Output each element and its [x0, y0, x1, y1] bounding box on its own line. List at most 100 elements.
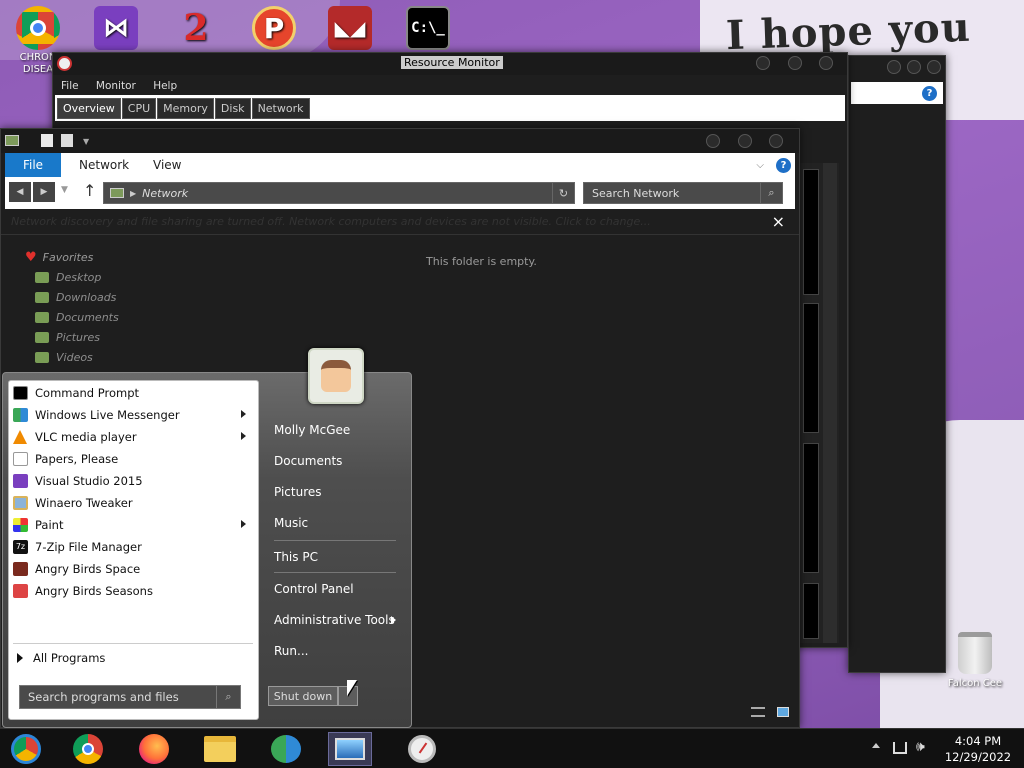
desktop-icon-recycle-bin[interactable]: Falcon Cee	[944, 632, 1006, 689]
info-bar-text[interactable]: Network discovery and file sharing are t…	[11, 215, 651, 228]
program-papers-please[interactable]: Papers, Please	[9, 448, 258, 470]
menu-help[interactable]: Help	[153, 80, 177, 92]
title-bar[interactable]: ▼	[1, 129, 799, 153]
address-bar[interactable]: ▶ Network ↻	[103, 182, 575, 204]
tab-memory[interactable]: Memory	[157, 98, 214, 119]
tab-network[interactable]: Network	[251, 98, 310, 119]
network-icon	[110, 188, 124, 198]
minimize-button[interactable]	[887, 60, 901, 74]
tab-network[interactable]: Network	[79, 158, 135, 172]
nav-documents[interactable]: Documents	[25, 307, 225, 327]
all-programs-button[interactable]: All Programs	[17, 651, 105, 665]
details-view-icon[interactable]	[751, 707, 765, 717]
link-music[interactable]: Music	[268, 507, 402, 538]
close-button[interactable]	[819, 56, 833, 70]
program-angry-birds-seasons[interactable]: Angry Birds Seasons	[9, 580, 258, 602]
nav-label: Videos	[56, 350, 93, 364]
desktop-icon-game[interactable]: ◣◢	[318, 6, 382, 52]
program-angry-birds-space[interactable]: Angry Birds Space	[9, 558, 258, 580]
taskbar-chrome[interactable]	[66, 732, 110, 766]
refresh-icon[interactable]: ↻	[552, 183, 574, 203]
menu-monitor[interactable]: Monitor	[96, 80, 136, 92]
minimize-button[interactable]	[756, 56, 770, 70]
show-hidden-icons-button[interactable]	[872, 743, 880, 748]
breadcrumb-chevron-icon[interactable]: ▶	[130, 189, 136, 198]
taskbar-chrome-disease[interactable]	[4, 732, 48, 766]
submenu-arrow-icon	[241, 410, 246, 418]
maximize-button[interactable]	[787, 56, 802, 70]
close-button[interactable]	[927, 60, 941, 74]
videos-folder-icon	[35, 351, 49, 363]
clock[interactable]: 4:04 PM 12/29/2022	[938, 733, 1018, 765]
maximize-button[interactable]	[907, 60, 921, 74]
tab-overview[interactable]: Overview	[57, 98, 121, 119]
volume-icon[interactable]: 🕪	[916, 739, 925, 755]
taskbar-messenger[interactable]	[264, 732, 308, 766]
tab-view[interactable]: View	[153, 158, 209, 172]
start-search-box[interactable]: Search programs and files ⌕	[19, 685, 241, 709]
desktop-icon-2[interactable]: 2	[164, 6, 228, 52]
help-icon[interactable]: ?	[922, 85, 937, 101]
tab-cpu[interactable]: CPU	[121, 98, 157, 119]
nav-downloads[interactable]: Downloads	[25, 287, 225, 307]
minimize-button[interactable]	[706, 134, 720, 148]
link-user[interactable]: Molly McGee	[268, 414, 402, 445]
back-button[interactable]: ◀	[9, 182, 31, 202]
link-pictures[interactable]: Pictures	[268, 476, 402, 507]
help-icon[interactable]: ?	[776, 157, 791, 173]
chevron-down-icon[interactable]: ▼	[83, 137, 89, 146]
taskbar-firefox[interactable]	[132, 732, 176, 766]
large-icons-view-icon[interactable]	[776, 707, 789, 717]
menu-bar: File Monitor Help	[53, 75, 847, 95]
desktop-icon-command-prompt[interactable]: C:\_	[396, 6, 460, 52]
desktop-icon-visual-studio[interactable]: ⋈	[84, 6, 148, 52]
close-icon[interactable]: ×	[772, 212, 785, 231]
title-bar[interactable]: Resource Monitor	[53, 53, 847, 75]
user-avatar[interactable]	[308, 348, 364, 404]
maximize-button[interactable]	[737, 134, 752, 148]
link-administrative-tools[interactable]: Administrative Tools	[268, 604, 402, 635]
link-documents[interactable]: Documents	[268, 445, 402, 476]
start-search-input[interactable]: Search programs and files	[20, 690, 216, 704]
taskbar-resource-monitor[interactable]	[400, 732, 444, 766]
view-toggles	[751, 707, 789, 720]
nav-pictures[interactable]: Pictures	[25, 327, 225, 347]
nav-videos[interactable]: Videos	[25, 347, 225, 367]
scrollbar[interactable]	[823, 163, 837, 643]
program-windows-live-messenger[interactable]: Windows Live Messenger	[9, 404, 258, 426]
link-run[interactable]: Run...	[268, 635, 402, 666]
program-vlc[interactable]: VLC media player	[9, 426, 258, 448]
background-window[interactable]: ?	[848, 55, 946, 673]
desktop-icon-papers-please[interactable]: P	[242, 6, 306, 52]
recent-locations-icon[interactable]: ▼	[61, 185, 68, 195]
up-button[interactable]: ↑	[83, 181, 96, 200]
nav-desktop[interactable]: Desktop	[25, 267, 225, 287]
menu-file[interactable]: File	[61, 80, 79, 92]
empty-folder-text: This folder is empty.	[426, 255, 537, 268]
search-box[interactable]: Search Network ⌕	[583, 182, 783, 204]
program-label: Command Prompt	[35, 386, 140, 400]
tab-disk[interactable]: Disk	[214, 98, 251, 119]
link-this-pc[interactable]: This PC	[268, 541, 402, 572]
search-icon[interactable]: ⌕	[760, 183, 782, 203]
shutdown-button[interactable]: Shut down	[268, 686, 338, 706]
ribbon-expand-icon[interactable]: ⌵	[756, 160, 764, 171]
search-icon[interactable]: ⌕	[216, 686, 240, 708]
taskbar-file-explorer[interactable]	[198, 732, 242, 766]
program-visual-studio[interactable]: Visual Studio 2015	[9, 470, 258, 492]
tab-file[interactable]: File	[5, 153, 61, 177]
program-winaero-tweaker[interactable]: Winaero Tweaker	[9, 492, 258, 514]
nav-favorites[interactable]: ♥ Favorites	[25, 247, 225, 267]
properties-icon[interactable]	[41, 134, 53, 147]
link-control-panel[interactable]: Control Panel	[268, 573, 402, 604]
program-paint[interactable]: Paint	[9, 514, 258, 536]
program-command-prompt[interactable]: Command Prompt	[9, 382, 258, 404]
program-7zip[interactable]: 7z 7-Zip File Manager	[9, 536, 258, 558]
close-button[interactable]	[769, 134, 783, 148]
search-input[interactable]: Search Network	[584, 187, 760, 200]
new-folder-icon[interactable]	[61, 134, 73, 147]
forward-button[interactable]: ▶	[33, 182, 55, 202]
info-bar[interactable]: Network discovery and file sharing are t…	[1, 209, 799, 235]
taskbar-photos[interactable]	[328, 732, 372, 766]
network-status-icon[interactable]	[893, 742, 907, 754]
